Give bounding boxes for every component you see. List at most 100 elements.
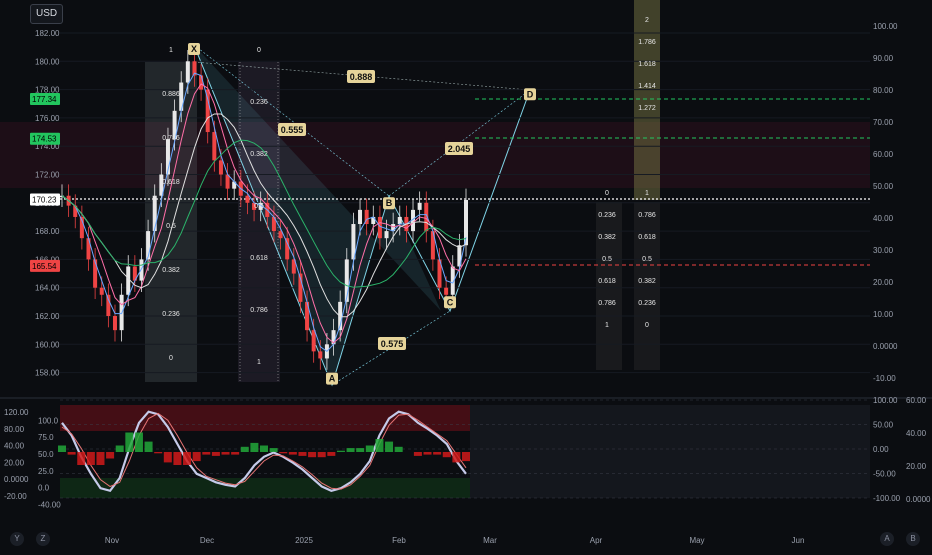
osc-far-right-tick-label: 60.00	[906, 396, 927, 405]
oscillator-histogram-bar	[260, 445, 268, 452]
oscillator-histogram-bar	[298, 452, 307, 456]
bottom-left-button-1[interactable]: Y	[10, 532, 24, 546]
oscillator-histogram-bar	[317, 452, 326, 458]
candle-body	[377, 216, 382, 239]
time-axis-label: Feb	[392, 536, 406, 545]
right-tick-label: 50.00	[873, 182, 894, 191]
bottom-right-button-2[interactable]: B	[906, 532, 920, 546]
fib-level-label: 0.236	[250, 99, 268, 106]
candle-body	[384, 231, 389, 239]
price-tag-label: 165.54	[32, 262, 57, 271]
oscillator-histogram-bar	[423, 452, 432, 455]
fib-level-label: 1.618	[638, 61, 656, 68]
price-tag-label: 174.53	[32, 135, 57, 144]
oscillator-histogram-bar	[163, 452, 172, 463]
fib-level-label: 0.786	[638, 212, 656, 219]
fib-level-label: 0.5	[602, 256, 612, 263]
osc-left-tick-label: 40.00	[4, 442, 25, 451]
osc-right-tick-label: -50.00	[873, 470, 896, 479]
oscillator-histogram-bar	[365, 445, 374, 452]
oscillator-histogram-bar	[154, 452, 163, 454]
oscillator-histogram-bar	[269, 448, 278, 452]
fib-level-label: 0	[645, 322, 649, 329]
time-axis-label: Jun	[792, 536, 805, 545]
oscillator-histogram-bar	[183, 452, 192, 465]
oscillator-histogram-bar	[202, 452, 211, 455]
osc-left-tick-label: -20.00	[4, 492, 27, 501]
upper-zone-band	[0, 122, 870, 188]
oscillator-histogram-bar	[442, 452, 451, 458]
oscillator-histogram-bar	[125, 432, 134, 452]
candle-body	[152, 195, 157, 232]
osc-right-tick-label: 100.00	[873, 396, 898, 405]
ratio-label: 2.045	[448, 144, 471, 154]
right-tick-label: 40.00	[873, 214, 894, 223]
right-tick-label: 30.00	[873, 246, 894, 255]
currency-button[interactable]: USD	[30, 4, 64, 24]
osc-left-tick-label: 50.0	[38, 450, 54, 459]
oscillator-histogram-bar	[375, 439, 384, 452]
fib-level-label: 0.382	[162, 267, 180, 274]
oscillator-histogram-bar	[192, 452, 201, 462]
fib-level-label: 0.382	[598, 234, 616, 241]
candle-body	[444, 287, 449, 295]
oscillator-histogram-bar	[211, 452, 220, 456]
pattern-point-label: B	[386, 198, 393, 208]
oscillator-histogram-bar	[452, 452, 461, 463]
candle-body	[311, 330, 316, 352]
candle-body	[245, 195, 250, 203]
oscillator-histogram-bar	[394, 446, 403, 452]
fib-level-label: 1	[257, 359, 261, 366]
price-pane-bg	[0, 0, 870, 392]
oscillator-histogram-bar	[462, 452, 470, 462]
oscillator-histogram-bar	[221, 452, 230, 455]
right-tick-label: 80.00	[873, 86, 894, 95]
osc-right-tick-label: -100.00	[873, 494, 901, 503]
fib-level-label: 0.618	[250, 255, 268, 262]
overbought-band	[60, 405, 470, 431]
oscillator-histogram-bar	[240, 446, 249, 452]
oscillator-histogram-bar	[58, 445, 66, 452]
candle-body	[126, 266, 131, 295]
oscillator-histogram-bar	[106, 452, 115, 459]
fib-level-label: 0.236	[598, 212, 616, 219]
chart-area[interactable]: 182.00180.00178.00176.00174.00172.00170.…	[0, 0, 932, 550]
time-axis-label: Dec	[200, 536, 214, 545]
fib-level-label: 0	[605, 190, 609, 197]
bottom-left-button-2[interactable]: Z	[36, 532, 50, 546]
future-band	[470, 405, 870, 498]
candle-body	[199, 75, 204, 90]
right-tick-label: 60.00	[873, 150, 894, 159]
osc-far-right-tick-label: 40.00	[906, 429, 927, 438]
candle-body	[285, 238, 290, 260]
oscillator-histogram-bar	[279, 452, 288, 454]
pattern-point-label: A	[329, 374, 336, 384]
candle-body	[99, 287, 104, 295]
candle-body	[205, 89, 210, 133]
fib-level-label: 0.236	[162, 311, 180, 318]
oscillator-histogram-bar	[115, 445, 124, 452]
ratio-label: 0.555	[281, 125, 304, 135]
osc-left-tick-label: 0.0000	[4, 475, 29, 484]
osc-left-tick-label: 100.0	[38, 416, 59, 425]
bottom-right-button-1[interactable]: A	[880, 532, 894, 546]
fib-level-label: 0.618	[162, 179, 180, 186]
chart-svg[interactable]: 182.00180.00178.00176.00174.00172.00170.…	[0, 0, 932, 550]
fib-level-label: 0.786	[250, 307, 268, 314]
oscillator-histogram-bar	[250, 442, 259, 452]
fib-level-label: 0.382	[250, 151, 268, 158]
osc-far-right-tick-label: 20.00	[906, 462, 927, 471]
candle-body	[212, 132, 217, 161]
pattern-point-label: D	[527, 89, 534, 99]
osc-left-tick-label: 120.00	[4, 408, 29, 417]
fib-level-label: 0.618	[638, 234, 656, 241]
right-tick-label: 20.00	[873, 278, 894, 287]
fib-level-label: 1	[645, 190, 649, 197]
oscillator-histogram-bar	[96, 452, 105, 465]
fib-level-label: 1.272	[638, 105, 656, 112]
price-tag-label: 177.34	[32, 95, 57, 104]
fib-level-label: 1	[605, 322, 609, 329]
price-tick-label: 182.00	[35, 29, 60, 38]
fib-level-label: 0.382	[638, 278, 656, 285]
price-tick-label: 162.00	[35, 312, 60, 321]
